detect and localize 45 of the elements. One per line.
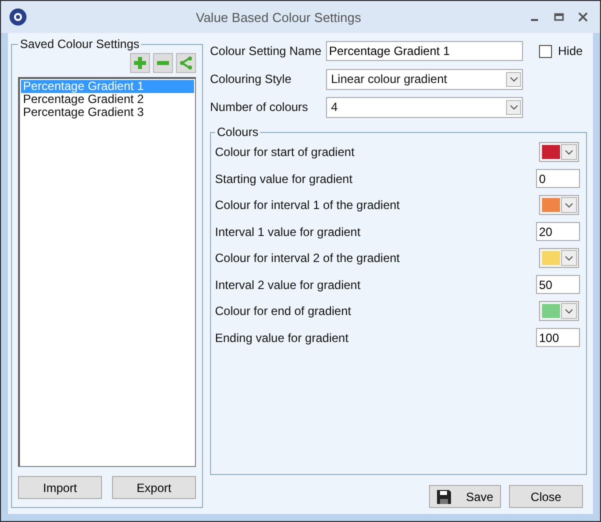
app-logo-icon — [9, 8, 27, 26]
colour-picker[interactable] — [539, 195, 579, 216]
list-item[interactable]: Percentage Gradient 2 — [21, 93, 194, 106]
setting-label: Colour for end of gradient — [215, 304, 352, 318]
field-label: Colouring Style — [210, 72, 292, 86]
value-field[interactable]: 100 — [536, 328, 580, 348]
export-button[interactable]: Export — [112, 476, 196, 499]
share-icon — [179, 56, 193, 70]
list-item[interactable]: Percentage Gradient 3 — [21, 106, 194, 119]
value-field[interactable]: 0 — [536, 169, 580, 188]
setting-label: Ending value for gradient — [215, 330, 348, 345]
plus-icon — [133, 56, 147, 70]
value-field[interactable]: 50 — [536, 275, 580, 294]
import-button[interactable]: Import — [18, 476, 102, 499]
caret-icon — [510, 76, 518, 82]
setting-label: Interval 1 value for gradient — [215, 224, 360, 239]
setting-label: Colour for interval 2 of the gradient — [215, 251, 400, 266]
value-field[interactable]: 20 — [536, 222, 580, 242]
group-title: Colours — [216, 125, 260, 139]
group-title: Saved Colour Settings — [19, 37, 140, 51]
field-label: Colour Setting Name — [210, 44, 322, 58]
add-button[interactable] — [130, 53, 150, 73]
maximize-icon[interactable] — [554, 12, 564, 22]
setting-label: Starting value for gradient — [215, 172, 352, 186]
name-field[interactable]: Percentage Gradient 1 — [326, 41, 523, 61]
window-title: Value Based Colour Settings — [194, 10, 362, 24]
save-button[interactable]: Save — [429, 485, 501, 508]
caret-icon — [565, 308, 573, 314]
close-button[interactable]: Close — [509, 485, 583, 508]
setting-label: Interval 2 value for gradient — [215, 278, 360, 292]
caret-icon — [510, 104, 518, 110]
setting-label: Colour for interval 1 of the gradient — [215, 198, 400, 212]
caret-icon — [565, 150, 573, 155]
colour-picker[interactable] — [539, 142, 579, 162]
style-dropdown[interactable]: Linear colour gradient — [326, 68, 523, 90]
field-label: Number of colours — [210, 100, 310, 114]
share-button[interactable] — [176, 53, 196, 73]
caret-icon — [565, 256, 573, 261]
close-icon[interactable] — [578, 12, 588, 22]
hide-checkbox[interactable] — [539, 44, 552, 58]
setting-label: Colour for start of gradient — [215, 145, 354, 160]
checkbox-label: Hide — [558, 44, 583, 58]
caret-icon — [565, 202, 573, 208]
remove-button[interactable] — [153, 53, 173, 73]
count-dropdown[interactable]: 4 — [326, 96, 523, 118]
